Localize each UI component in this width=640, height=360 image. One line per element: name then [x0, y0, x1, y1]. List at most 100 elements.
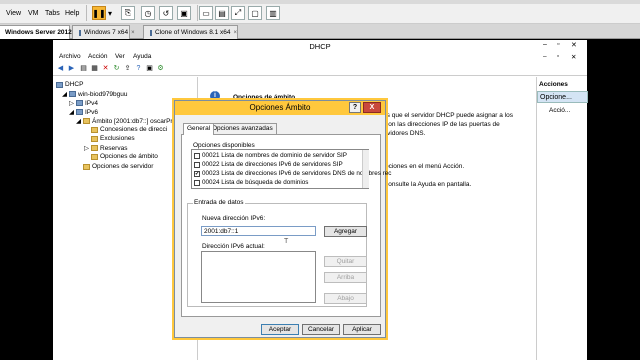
close-icon[interactable]: × [131, 30, 135, 36]
list-item[interactable]: 00022 Lista de direcciones IPv6 de servi… [194, 161, 343, 168]
expand-icon[interactable]: ▷ [84, 144, 89, 152]
tab-windows-7[interactable]: Windows 7 x64 × [72, 25, 135, 39]
text-cursor-icon: T [284, 238, 289, 245]
help-button[interactable]: ? [349, 102, 361, 113]
options-icon[interactable]: ⚙ [156, 65, 165, 73]
manage-snapshots-icon[interactable]: ▣ [177, 6, 191, 20]
menu-help[interactable]: Help [65, 10, 79, 17]
collapse-icon[interactable]: ◢ [69, 108, 74, 116]
apply-button[interactable]: Aplicar [343, 324, 381, 335]
ok-button[interactable]: Aceptar [261, 324, 299, 335]
unity-icon[interactable]: ▤ [215, 6, 229, 20]
dhcp-toolbar: ◀ ▶ ▤ ▦ ✕ ↻ ⇪ ? ▣ ⚙ [53, 63, 587, 76]
vm-icon [150, 29, 152, 36]
menu-archivo[interactable]: Archivo [59, 53, 81, 60]
current-ipv6-list[interactable] [201, 251, 316, 303]
tree-item-server-options[interactable]: Opciones de servidor [83, 163, 153, 170]
tree-item-reservations[interactable]: ▷ Reservas [84, 144, 127, 153]
tab-label: Windows Server 2012 [5, 29, 72, 36]
folder-icon [83, 118, 90, 124]
menu-ayuda[interactable]: Ayuda [133, 53, 151, 60]
cancel-button[interactable]: Cancelar [302, 324, 340, 335]
show-hide-tree-icon[interactable]: ▦ [90, 65, 99, 73]
toolbar-separator [197, 5, 198, 21]
tree-item-scope-options[interactable]: Opciones de ámbito [91, 153, 158, 160]
vm-topline [0, 0, 640, 4]
list-item[interactable]: 00024 Lista de búsqueda de dominios [194, 179, 308, 186]
close-icon[interactable]: × [234, 30, 238, 36]
new-ipv6-input[interactable] [201, 226, 316, 236]
checkbox-checked[interactable]: ✔ [194, 170, 200, 177]
tree-label: DHCP [65, 81, 84, 88]
console-view-icon[interactable]: ▢ [248, 6, 262, 20]
tree-item-dhcp[interactable]: DHCP [56, 81, 83, 88]
checkbox[interactable] [194, 161, 200, 168]
send-keys-icon[interactable]: ⎘ [121, 6, 135, 20]
help-icon[interactable]: ? [134, 65, 143, 73]
revert-snapshot-icon[interactable]: ↺ [159, 6, 173, 20]
tree-item-scope[interactable]: ◢ Ámbito [2001:db7::] oscarPr [76, 117, 173, 126]
minimize-icon[interactable]: – [543, 53, 547, 60]
vm-toolbar: View VM Tabs Help ❚❚ ▾ ⎘ ◷ ↺ ▣ ▭ ▤ ⤢ ▢ ▥ [0, 0, 640, 24]
tab-advanced-options[interactable]: Opciones avanzadas [208, 123, 277, 134]
close-icon[interactable]: ✕ [571, 53, 576, 61]
checkbox[interactable] [194, 179, 200, 186]
refresh-icon[interactable]: ↻ [112, 65, 121, 73]
content-text-line: pciones en el menú Acción. [385, 163, 465, 170]
scrollbar[interactable] [362, 150, 369, 188]
close-icon[interactable]: ✕ [571, 41, 577, 49]
menu-vm[interactable]: VM [28, 10, 39, 17]
tree-item-ipv6[interactable]: ◢ IPv6 [69, 108, 98, 117]
option-label: 00024 Lista de búsqueda de dominios [202, 179, 309, 186]
menu-view[interactable]: View [6, 10, 21, 17]
maximize-icon[interactable]: ▫ [557, 41, 559, 48]
properties-icon[interactable]: ▣ [145, 65, 154, 73]
up-button[interactable]: Arriba [324, 272, 367, 283]
tree-item-server[interactable]: ◢ win-biod979bguu [62, 90, 128, 99]
tree-label: Concesiones de direcci [100, 126, 168, 133]
folder-icon [91, 145, 98, 151]
delete-icon[interactable]: ✕ [101, 65, 110, 73]
chevron-down-icon[interactable]: ▾ [106, 6, 114, 20]
close-button[interactable]: X [363, 102, 381, 113]
scope-options-dialog: Opciones Ámbito ? X General Opciones ava… [174, 100, 391, 338]
tab-clone-windows-8[interactable]: Clone of Windows 8.1 x64 × [143, 25, 238, 39]
content-text-line: consulte la Ayuda en pantalla. [385, 181, 472, 188]
add-button[interactable]: Agregar [324, 226, 367, 237]
vm-icon [79, 29, 81, 36]
forward-icon[interactable]: ▶ [67, 65, 76, 73]
snapshot-icon[interactable]: ◷ [141, 6, 155, 20]
fit-guest-icon[interactable]: ⤢ [231, 6, 245, 20]
tab-general[interactable]: General [183, 123, 215, 135]
tree-item-leases[interactable]: Concesiones de direcci [91, 126, 167, 133]
server-icon [69, 91, 76, 97]
list-item[interactable]: 00021 Lista de nombres de dominio de ser… [194, 152, 347, 159]
options-list[interactable]: 00021 Lista de nombres de dominio de ser… [191, 149, 391, 189]
actions-selected[interactable]: Opcione... [537, 91, 588, 103]
checkbox[interactable] [194, 152, 200, 159]
expand-icon[interactable]: ▷ [69, 99, 74, 107]
back-icon[interactable]: ◀ [56, 65, 65, 73]
tab-windows-server-2012[interactable]: Windows Server 2012 [0, 25, 72, 39]
collapse-icon[interactable]: ◢ [76, 117, 81, 125]
restore-icon[interactable]: ▫ [557, 53, 559, 60]
collapse-icon[interactable]: ◢ [62, 90, 67, 98]
export-icon[interactable]: ⇪ [123, 65, 132, 73]
tree-item-exclusions[interactable]: Exclusiones [91, 135, 135, 142]
menu-ver[interactable]: Ver [115, 53, 125, 60]
available-options-label: Opciones disponibles [193, 142, 255, 149]
menu-tabs[interactable]: Tabs [45, 10, 60, 17]
remove-button[interactable]: Quitar [324, 256, 367, 267]
down-button[interactable]: Abajo [324, 293, 367, 304]
full-screen-icon[interactable]: ▭ [199, 6, 213, 20]
tree-item-ipv4[interactable]: ▷ IPv4 [69, 99, 98, 108]
folder-icon [83, 163, 90, 170]
up-icon[interactable]: ▤ [79, 65, 88, 73]
actions-item[interactable]: Acció... [549, 107, 570, 114]
tab-label: Clone of Windows 8.1 x64 [155, 29, 231, 36]
pause-icon[interactable]: ❚❚ [92, 6, 106, 20]
library-icon[interactable]: ▥ [266, 6, 280, 20]
toolbar-separator [86, 5, 87, 21]
menu-accion[interactable]: Acción [88, 53, 108, 60]
minimize-icon[interactable]: – [543, 41, 547, 48]
